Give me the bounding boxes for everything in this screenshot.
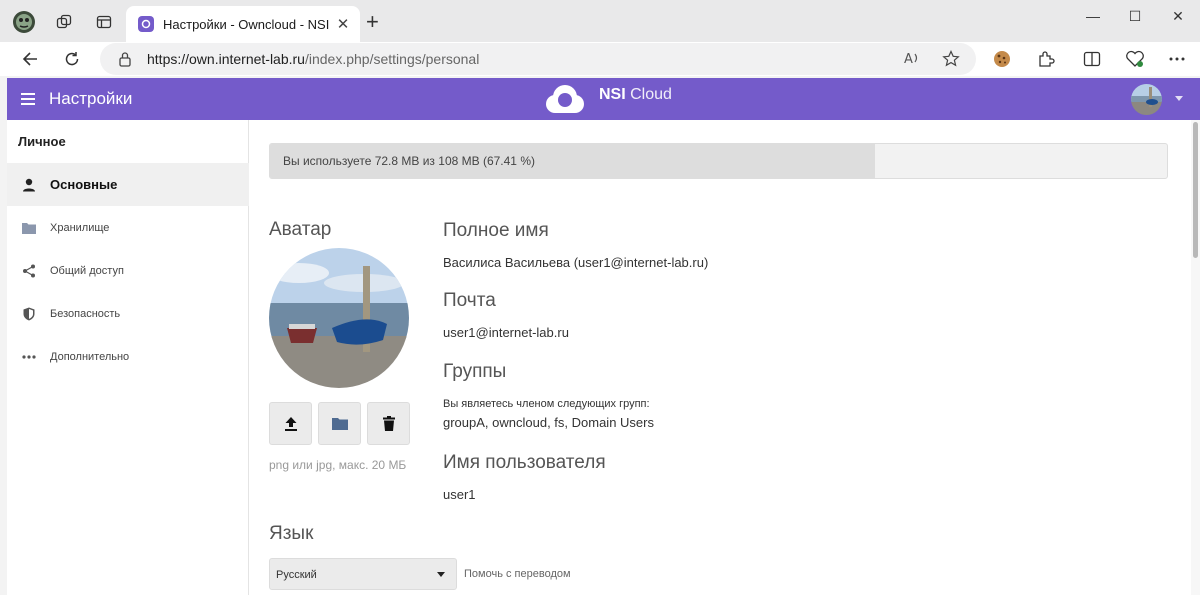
delete-avatar-button[interactable] [367,402,410,445]
groups-title: Группы [443,361,507,382]
browser-essentials-icon[interactable] [1124,48,1146,70]
avatar-image [269,248,409,388]
email-value: user1@internet-lab.ru [443,325,569,340]
select-avatar-from-files-button[interactable] [318,402,361,445]
fullname-value: Василиса Васильева (user1@internet-lab.r… [443,255,709,270]
folder-icon [331,418,348,430]
extensions-puzzle-icon[interactable] [1035,48,1057,70]
sidebar-item-sharing[interactable]: Общий доступ [7,249,249,292]
browser-tab-bar: Настройки - Owncloud - NSI ✕ + — ☐ ✕ [0,0,1200,42]
email-title: Почта [443,290,496,311]
user-menu-caret-icon[interactable] [1175,96,1183,101]
scrollbar-thumb[interactable] [1193,122,1198,258]
sidebar-item-security[interactable]: Безопасность [7,292,249,335]
reload-button[interactable] [59,47,85,71]
owncloud-favicon-icon [138,16,154,32]
app-title[interactable]: Настройки [49,89,132,109]
lock-icon[interactable] [118,51,132,72]
sidebar-item-label: Общий доступ [50,264,124,277]
avatar-format-hint: png или jpg, макс. 20 МБ [269,458,407,472]
tab-actions-icon[interactable] [92,10,116,34]
help-translate-link[interactable]: Помочь с переводом [464,568,571,580]
split-screen-icon[interactable] [1081,48,1103,70]
sidebar-item-label: Дополнительно [50,350,130,363]
language-select[interactable]: Русский [269,558,457,590]
sidebar-item-label: Основные [50,177,118,192]
quota-text: Вы используете 72.8 MB из 108 MB (67.41 … [283,154,535,168]
more-options-icon[interactable] [1166,48,1188,70]
trash-icon [382,416,395,431]
svg-text:A: A [904,52,913,66]
more-icon [21,349,37,365]
settings-sidebar: Личное Основные Хранилище Общий доступ Б… [7,120,249,595]
groups-intro: Вы являетесь членом следующих групп: [443,398,650,410]
username-title: Имя пользователя [443,452,606,473]
language-selected-value: Русский [276,569,317,581]
close-window-button[interactable]: ✕ [1163,8,1193,25]
tab-settings[interactable]: Настройки - Owncloud - NSI ✕ [126,6,360,42]
user-icon [21,177,37,193]
user-avatar[interactable] [1131,84,1162,115]
owncloud-logo-icon[interactable] [543,84,587,119]
brand-rest: Cloud [625,86,672,103]
username-value: user1 [443,487,476,502]
profile-icon[interactable] [12,10,36,34]
back-button[interactable] [17,47,43,71]
url-host: https://own.internet-lab.ru [147,51,305,67]
chevron-down-icon [437,572,445,577]
tab-title: Настройки - Owncloud - NSI [163,16,330,32]
groups-value: groupA, owncloud, fs, Domain Users [443,415,654,430]
menu-hamburger-icon[interactable] [21,92,35,110]
cookie-extension-icon[interactable] [991,48,1013,70]
upload-icon [284,416,297,431]
brand-bold: NSI [599,86,626,103]
brand-name: NSI Cloud [599,86,672,104]
tab-close-icon[interactable]: ✕ [332,15,354,33]
browser-toolbar: https://own.internet-lab.ru/index.php/se… [0,42,1200,76]
minimize-button[interactable]: — [1078,8,1108,24]
folder-icon [21,220,37,236]
read-aloud-icon[interactable]: A [904,50,922,71]
app-header: Настройки NSI Cloud [7,78,1200,120]
upload-avatar-button[interactable] [269,402,312,445]
storage-quota-bar: Вы используете 72.8 MB из 108 MB (67.41 … [269,143,1168,179]
language-title: Язык [269,523,314,544]
owncloud-app: Настройки NSI Cloud Личное Основные Хран… [7,78,1200,595]
address-bar[interactable]: https://own.internet-lab.ru/index.php/se… [100,43,976,75]
favorite-star-icon[interactable] [942,50,960,73]
workspaces-icon[interactable] [52,10,76,34]
sidebar-item-label: Безопасность [50,307,121,320]
sidebar-item-additional[interactable]: Дополнительно [7,335,249,378]
avatar-title: Аватар [269,219,332,240]
share-icon [21,263,37,279]
sidebar-item-storage[interactable]: Хранилище [7,206,249,249]
sidebar-heading: Личное [18,134,66,149]
sidebar-item-general[interactable]: Основные [7,163,249,206]
new-tab-button[interactable]: + [366,11,379,33]
maximize-button[interactable]: ☐ [1120,8,1150,25]
url-path: /index.php/settings/personal [304,51,480,67]
sidebar-item-label: Хранилище [50,221,110,234]
url-text[interactable]: https://own.internet-lab.ru/index.php/se… [147,51,479,67]
shield-icon [21,306,37,322]
fullname-title: Полное имя [443,220,549,241]
page-scrollbar[interactable] [1191,120,1200,595]
